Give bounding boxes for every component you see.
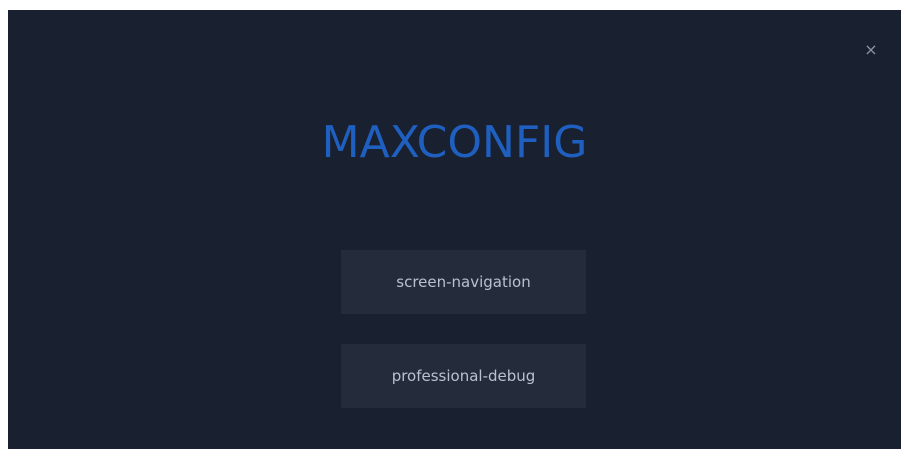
- professional-debug-button[interactable]: professional-debug: [341, 344, 586, 408]
- launcher-dialog: × MAXCONFIG screen-navigation profession…: [8, 10, 901, 449]
- close-icon[interactable]: ×: [861, 40, 881, 60]
- app-logo: MAXCONFIG: [321, 117, 588, 168]
- screen-navigation-button[interactable]: screen-navigation: [341, 250, 586, 314]
